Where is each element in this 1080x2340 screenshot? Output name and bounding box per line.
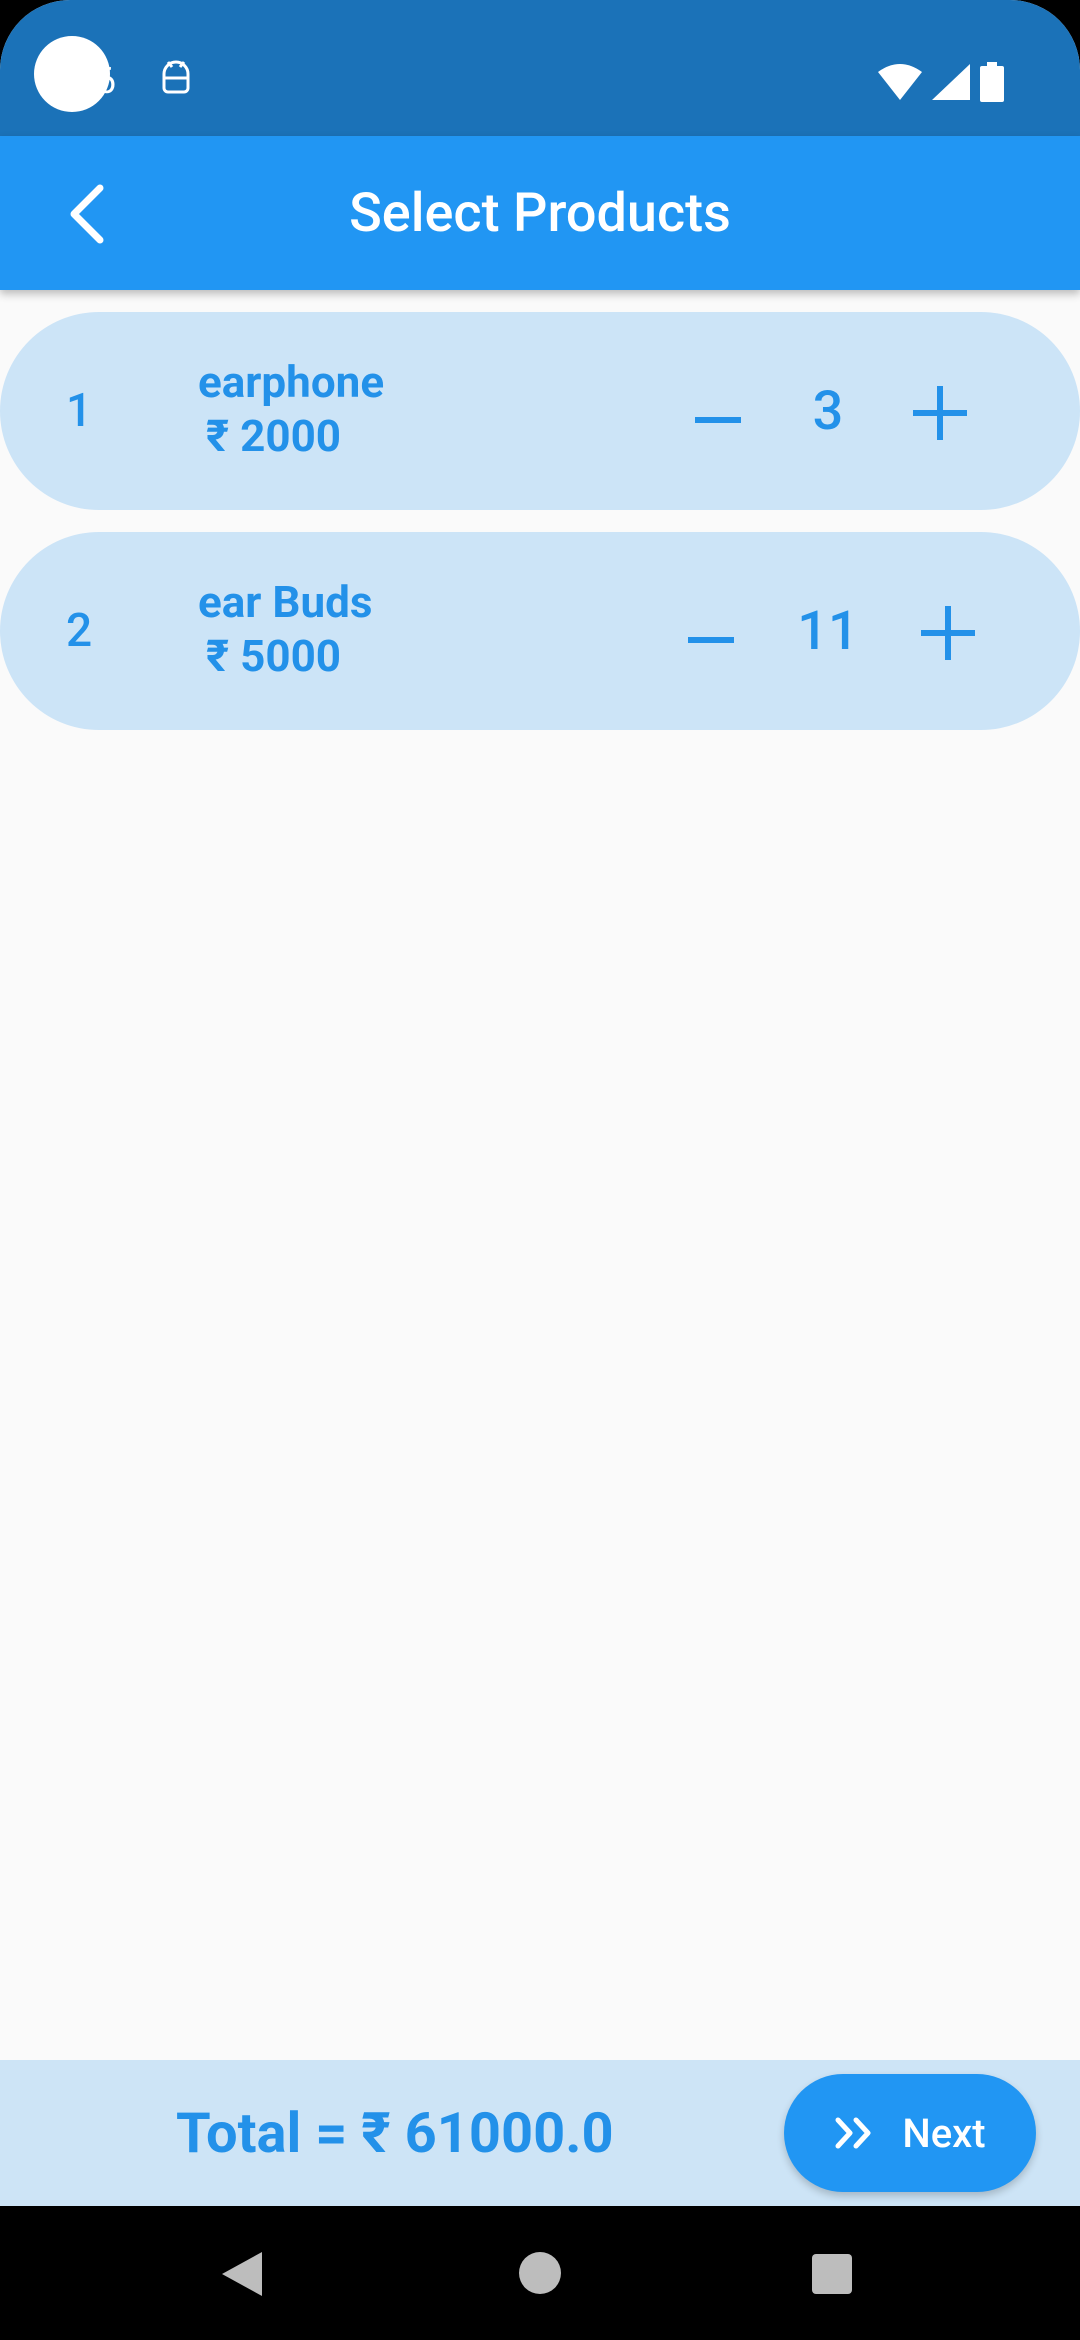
product-index: 1 [66,384,93,438]
product-row: 1 earphone ₹ 2000 3 [0,312,1080,510]
device-screen: 6 Select Products 1 earphone ₹ 2000 3 2 … [0,0,1080,2340]
product-name: earphone [198,356,385,408]
battery-icon [980,62,1004,102]
back-button[interactable] [44,172,128,256]
decrement-button[interactable] [686,628,736,652]
page-title: Select Products [349,181,731,245]
notification-icon [162,60,190,94]
total-footer: Total = ₹ 61000.0 Next [0,2060,1080,2206]
next-label: Next [902,2109,986,2157]
product-price: ₹ 2000 [206,410,342,462]
status-time: 6 [96,60,117,102]
nav-home-icon[interactable] [519,2252,561,2294]
back-arrow-icon [70,184,104,244]
system-nav-bar [0,2206,1080,2340]
increment-button[interactable] [918,604,978,664]
double-chevron-right-icon [835,2117,871,2149]
quantity-value: 3 [812,379,844,443]
wifi-icon [878,64,922,100]
product-index: 2 [66,604,93,658]
product-list: 1 earphone ₹ 2000 3 2 ear Buds ₹ 5000 11 [0,312,1080,752]
quantity-value: 11 [797,599,859,663]
status-bar: 6 [0,0,1080,136]
app-bar: Select Products [0,136,1080,290]
product-name: ear Buds [198,576,373,628]
product-price: ₹ 5000 [206,630,342,682]
nav-recents-icon[interactable] [812,2254,852,2294]
next-button[interactable]: Next [784,2074,1036,2192]
signal-icon [932,64,970,100]
increment-button[interactable] [910,384,970,444]
status-icons [878,62,1004,102]
product-row: 2 ear Buds ₹ 5000 11 [0,532,1080,730]
total-amount: Total = ₹ 61000.0 [176,2100,614,2166]
decrement-button[interactable] [693,408,743,432]
nav-back-icon[interactable] [222,2252,262,2296]
